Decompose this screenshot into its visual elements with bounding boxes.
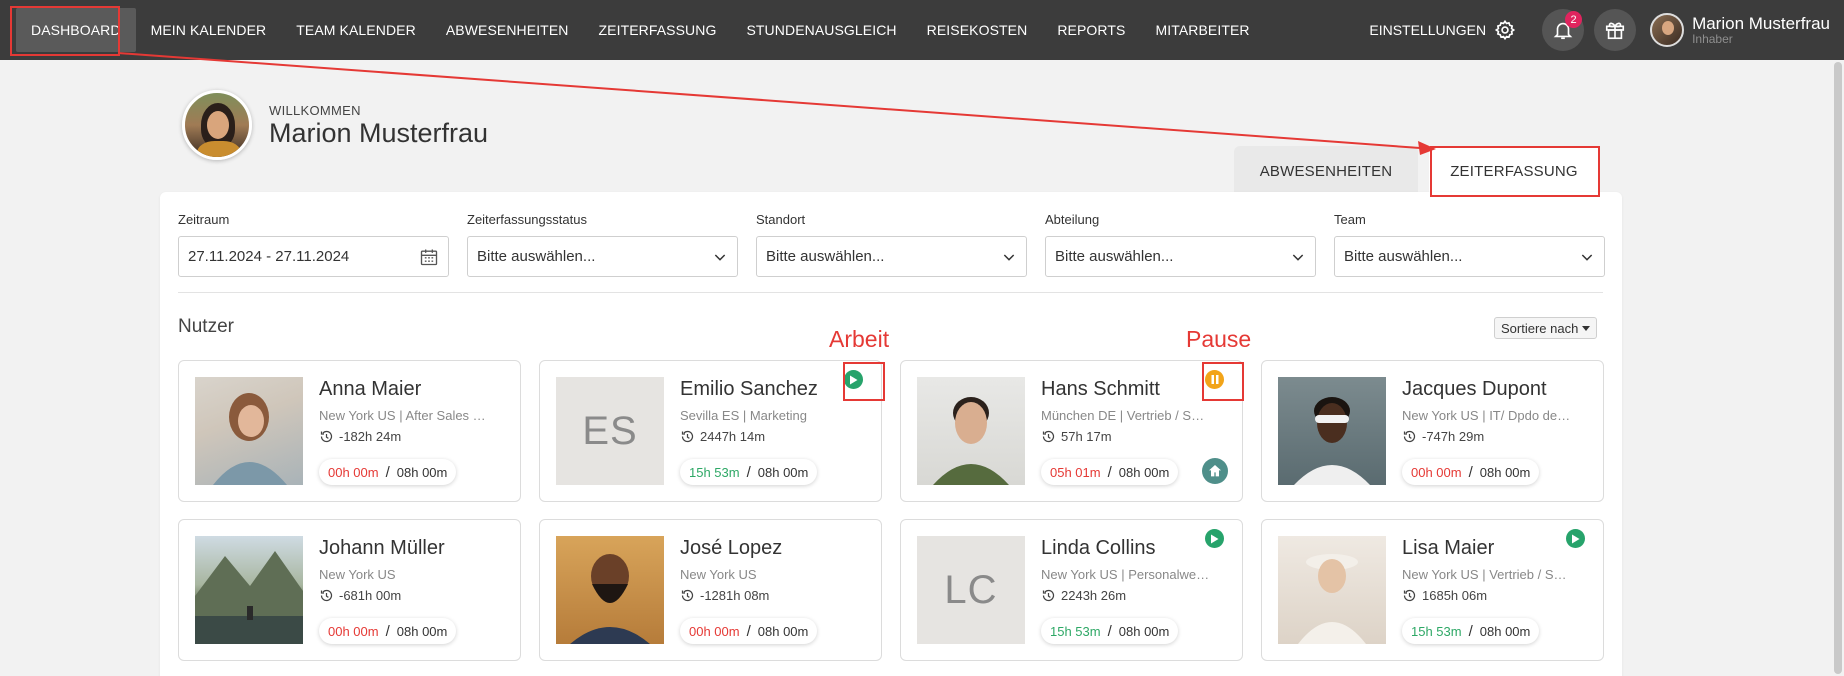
annotation-label-work: Arbeit — [829, 326, 890, 352]
annotation-label-pause: Pause — [1186, 326, 1252, 352]
annotation-arrow — [117, 52, 1436, 155]
annotation-box-pause — [1202, 362, 1244, 401]
annotation-box-work — [843, 362, 885, 401]
